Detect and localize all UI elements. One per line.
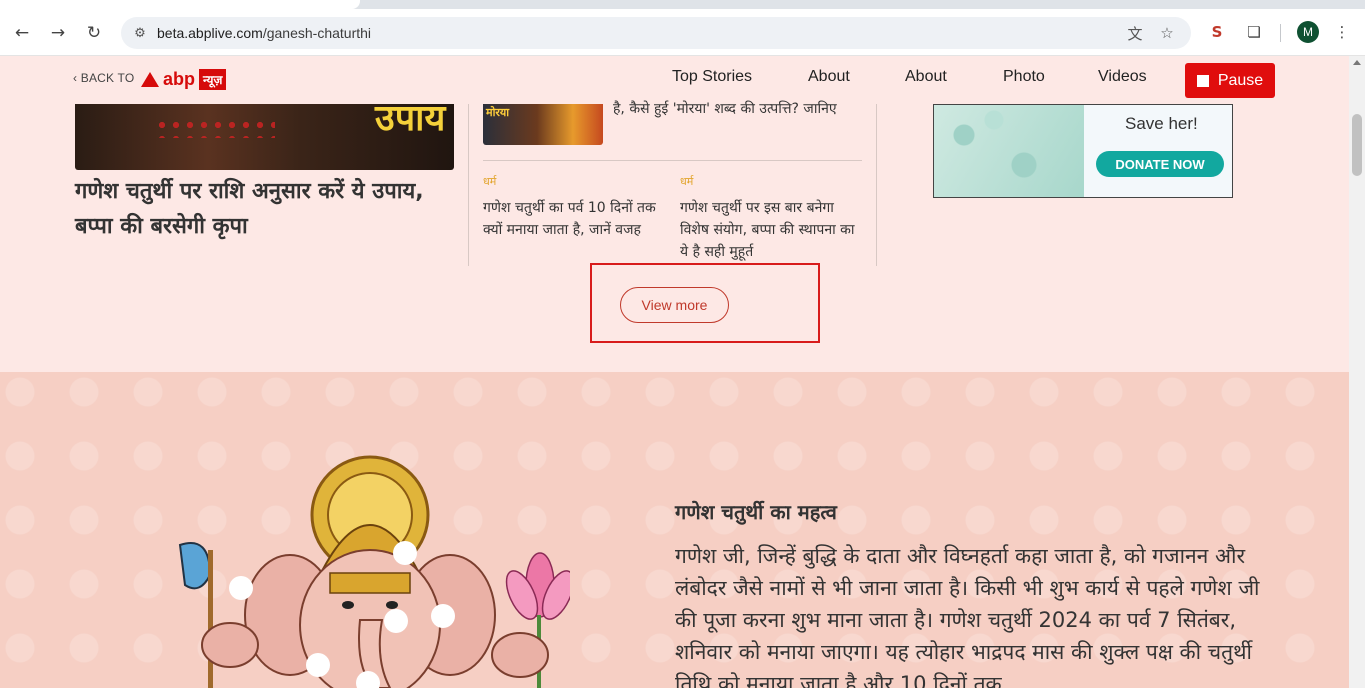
- thumbnail-tag: मोरया: [486, 106, 510, 119]
- page-scrollbar[interactable]: [1349, 56, 1365, 688]
- hero-story-title[interactable]: गणेश चतुर्थी पर राशि अनुसार करें ये उपाय…: [75, 174, 455, 244]
- overlay-dot: [393, 541, 417, 565]
- story-divider: [483, 160, 862, 161]
- hero-story-image[interactable]: उपाय: [75, 104, 454, 170]
- browser-toolbar: ← → ↻ ⚙ beta.abplive.com/ganesh-chaturth…: [0, 9, 1365, 56]
- profile-avatar[interactable]: M: [1297, 21, 1319, 43]
- overlay-dot: [229, 576, 253, 600]
- url-text[interactable]: beta.abplive.com/ganesh-chaturthi: [157, 25, 371, 41]
- site-settings-icon[interactable]: ⚙: [131, 24, 149, 42]
- overlay-dot: [306, 653, 330, 677]
- scroll-up-arrow-icon[interactable]: [1353, 60, 1361, 65]
- logo-tag: न्यूज़: [199, 69, 227, 90]
- view-more-button[interactable]: View more: [620, 287, 729, 323]
- overlay-dot: [431, 604, 455, 628]
- url-path: /ganesh-chaturthi: [262, 25, 372, 41]
- pause-label: Pause: [1217, 71, 1264, 89]
- site-header: ‹ BACK TO abp न्यूज़ Top Stories About A…: [0, 56, 1349, 104]
- bookmark-star-icon[interactable]: ☆: [1157, 23, 1177, 43]
- right-eye: [386, 601, 398, 609]
- url-domain: beta.abplive.com: [157, 25, 263, 41]
- ad-headline: Save her!: [1125, 114, 1198, 133]
- axe-icon: [178, 542, 212, 590]
- translate-icon[interactable]: 文: [1125, 23, 1145, 43]
- nav-videos[interactable]: Videos: [1098, 68, 1147, 86]
- top-story-headline[interactable]: है, कैसे हुई 'मोरया' शब्द की उत्पत्ति? ज…: [613, 98, 843, 120]
- donate-now-button[interactable]: DONATE NOW: [1096, 151, 1224, 177]
- flower-garland-decoration: [155, 118, 275, 138]
- story-headline-right[interactable]: गणेश चतुर्थी पर इस बार बनेगा विशेष संयोग…: [680, 197, 865, 263]
- extension-s-icon[interactable]: S: [1206, 21, 1228, 43]
- story-thumbnail[interactable]: मोरया: [483, 104, 603, 145]
- pause-button[interactable]: Pause: [1185, 63, 1275, 98]
- back-arrow-icon[interactable]: ←: [9, 20, 35, 46]
- story-headline-left[interactable]: गणेश चतुर्थी का पर्व 10 दिनों तक क्यों म…: [483, 197, 668, 241]
- abp-triangle-icon: [141, 72, 159, 87]
- nav-about-1[interactable]: About: [808, 68, 850, 86]
- back-to-link[interactable]: ‹ BACK TO: [73, 71, 134, 85]
- logo-text: abp: [163, 69, 196, 89]
- stop-icon: [1196, 74, 1209, 87]
- scrollbar-thumb[interactable]: [1352, 114, 1362, 176]
- right-hand: [491, 632, 549, 678]
- reload-icon[interactable]: ↻: [81, 20, 107, 46]
- axe-handle: [208, 550, 213, 688]
- nav-photo[interactable]: Photo: [1003, 68, 1045, 86]
- ad-image: [934, 105, 1084, 197]
- toolbar-divider: [1280, 24, 1281, 42]
- crown-band: [329, 572, 411, 594]
- nav-about-2[interactable]: About: [905, 68, 947, 86]
- overlay-dot: [384, 609, 408, 633]
- extensions-puzzle-icon[interactable]: ❏: [1243, 21, 1265, 43]
- significance-title: गणेश चतुर्थी का महत्व: [675, 500, 837, 524]
- abp-news-logo[interactable]: abp न्यूज़: [141, 67, 227, 92]
- hero-image-overlay-text: उपाय: [375, 104, 446, 139]
- category-label-left[interactable]: धर्म: [483, 174, 496, 189]
- active-tab[interactable]: [0, 0, 360, 9]
- significance-body: गणेश जी, जिन्हें बुद्धि के दाता और विघ्न…: [675, 544, 1260, 688]
- donation-ad[interactable]: Save her! DONATE NOW: [933, 104, 1233, 198]
- ganesh-illustration: [178, 455, 570, 688]
- left-eye: [342, 601, 354, 609]
- column-divider-right: [876, 104, 877, 266]
- address-bar[interactable]: ⚙ beta.abplive.com/ganesh-chaturthi 文 ☆: [121, 17, 1191, 49]
- tab-strip: [0, 0, 1365, 9]
- left-hand: [201, 622, 259, 668]
- nav-top-stories[interactable]: Top Stories: [672, 68, 752, 86]
- back-to-label: BACK TO: [80, 71, 135, 85]
- category-label-right[interactable]: धर्म: [680, 174, 693, 189]
- menu-kebab-icon[interactable]: ⋮: [1331, 21, 1353, 43]
- forward-arrow-icon[interactable]: →: [45, 20, 71, 46]
- column-divider-left: [468, 104, 469, 266]
